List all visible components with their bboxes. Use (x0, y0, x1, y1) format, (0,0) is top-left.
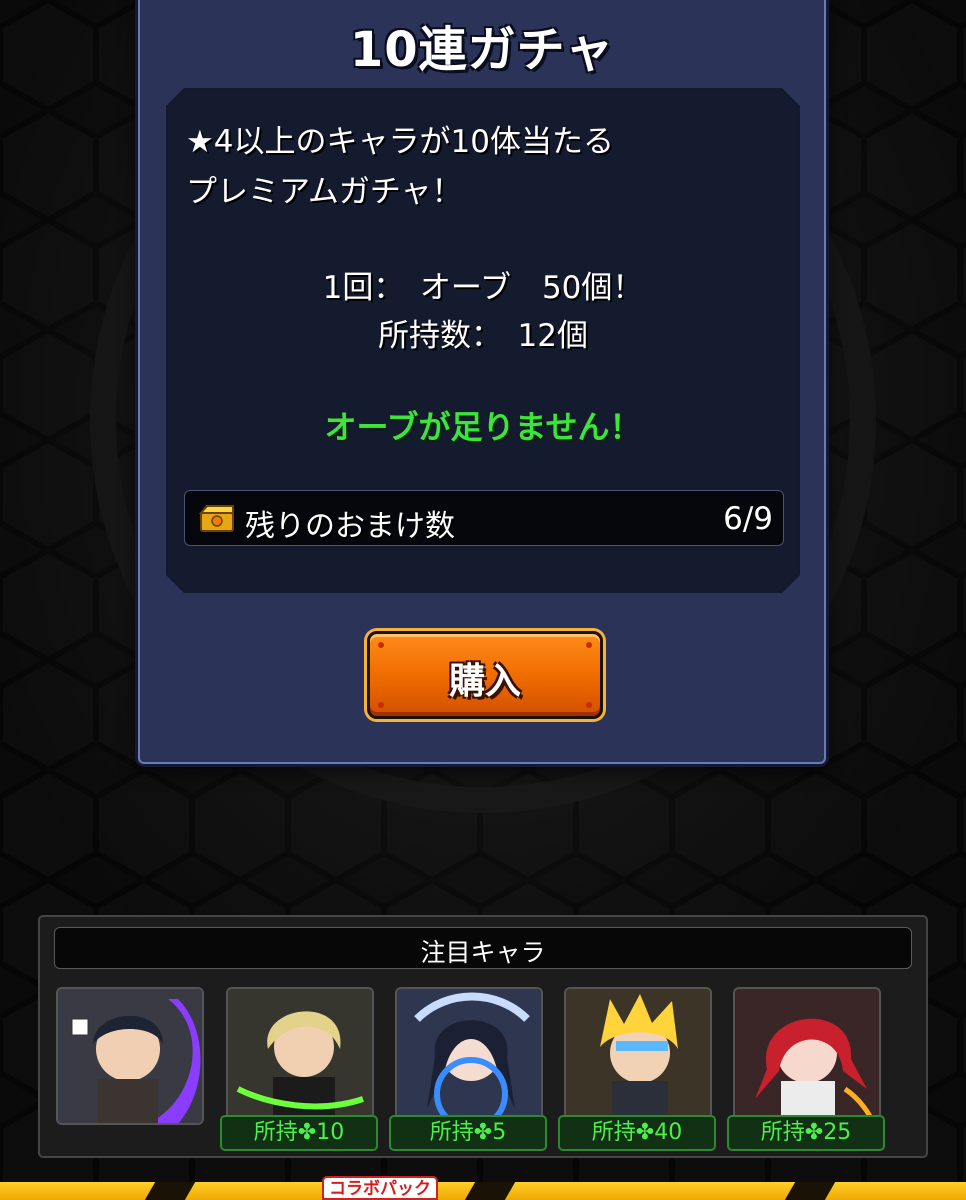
bonus-remaining-bar: 残りのおまけ数 6/9 (184, 490, 784, 546)
dialog-title: 10連ガチャ (349, 22, 615, 78)
owned-count-badge: 所持✤5 (389, 1115, 547, 1151)
buy-button-label: 購入 (448, 661, 521, 702)
gacha-dialog: 10連ガチャ ★4以上のキャラが10体当たる プレミアムガチャ！ 1回： オーブ… (138, 0, 826, 764)
description-line-1: ★4以上のキャラが10体当たる (186, 124, 614, 160)
character-slot-5[interactable] (733, 987, 881, 1125)
character-portrait (58, 989, 202, 1123)
owned-count-badge: 所持✤10 (220, 1115, 378, 1151)
price-line: 1回： オーブ 50個！ (322, 270, 644, 306)
owned-count-badge: 所持✤40 (558, 1115, 716, 1151)
collab-pack-badge[interactable]: コラボパック (322, 1176, 438, 1200)
character-slot-2[interactable] (226, 987, 374, 1125)
owned-orb-line: 所持数： 12個 (378, 318, 588, 354)
insufficient-orbs-warning: オーブが足りません！ (324, 408, 642, 446)
featured-characters-panel: 注目キャラ 所持✤10 所持✤5 所持✤40 所持✤25 (38, 915, 928, 1158)
character-portrait (735, 989, 879, 1123)
buy-button[interactable]: 購入 (367, 631, 603, 719)
owned-count-badge: 所持✤25 (727, 1115, 885, 1151)
character-portrait (397, 989, 541, 1123)
character-slot-3[interactable] (395, 987, 543, 1125)
description-line-2: プレミアムガチャ！ (186, 174, 463, 210)
character-slot-1[interactable] (56, 987, 204, 1125)
featured-header: 注目キャラ (54, 927, 912, 969)
character-portrait (228, 989, 372, 1123)
bonus-count: 6/9 (723, 501, 773, 537)
info-panel: ★4以上のキャラが10体当たる プレミアムガチャ！ 1回： オーブ 50個！ 所… (166, 88, 800, 593)
treasure-box-icon (199, 503, 235, 533)
character-slot-4[interactable] (564, 987, 712, 1125)
featured-title: 注目キャラ (420, 938, 546, 967)
bonus-label: 残りのおまけ数 (245, 509, 455, 544)
character-portrait (566, 989, 710, 1123)
